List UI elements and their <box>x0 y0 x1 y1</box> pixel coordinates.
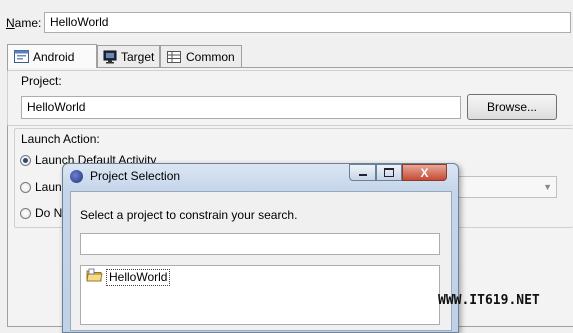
launch-activity-radio[interactable]: Laun <box>20 180 62 194</box>
radio-checked-icon <box>20 154 31 166</box>
radio-label: Laun <box>35 180 62 194</box>
chevron-down-icon: ▼ <box>543 182 552 192</box>
project-folder-icon <box>86 268 103 286</box>
tab-common[interactable]: Common <box>160 45 242 67</box>
name-label-rest: ame: <box>14 16 42 30</box>
target-monitor-icon <box>103 50 117 64</box>
common-table-icon <box>166 50 182 64</box>
dialog-prompt: Select a project to constrain your searc… <box>80 208 298 222</box>
minimize-button[interactable] <box>349 164 376 181</box>
activity-select[interactable]: ▼ <box>455 176 557 198</box>
name-input[interactable]: HelloWorld <box>44 12 571 33</box>
tab-target-label: Target <box>121 49 155 64</box>
project-label: Project: <box>21 74 62 88</box>
android-config-icon <box>13 50 29 64</box>
minimize-icon <box>358 174 367 176</box>
name-label-mnemonic: N <box>6 16 15 30</box>
maximize-icon <box>384 168 394 177</box>
radio-unchecked-icon <box>20 207 31 219</box>
radio-unchecked-icon <box>20 181 31 193</box>
project-input[interactable]: HelloWorld <box>21 96 461 119</box>
do-nothing-radio[interactable]: Do N <box>20 206 62 220</box>
launch-action-label: Launch Action: <box>21 132 100 146</box>
name-label: Name: <box>6 16 41 30</box>
dialog-title: Project Selection <box>90 169 181 183</box>
browse-button[interactable]: Browse... <box>467 94 557 120</box>
tab-android[interactable]: Android <box>7 44 97 68</box>
close-icon: X <box>420 165 429 180</box>
watermark-text: WWW.IT619.NET <box>438 293 540 308</box>
list-item-label: HelloWorld <box>106 268 171 286</box>
radio-label: Do N <box>35 206 63 220</box>
filter-input[interactable] <box>80 233 440 255</box>
tab-common-label: Common <box>186 49 235 64</box>
tab-android-label: Android <box>33 49 75 64</box>
tab-target[interactable]: Target <box>97 45 160 67</box>
list-item[interactable]: HelloWorld <box>86 268 171 286</box>
maximize-button[interactable] <box>376 164 402 181</box>
close-button[interactable]: X <box>402 164 447 181</box>
eclipse-icon <box>70 170 83 183</box>
